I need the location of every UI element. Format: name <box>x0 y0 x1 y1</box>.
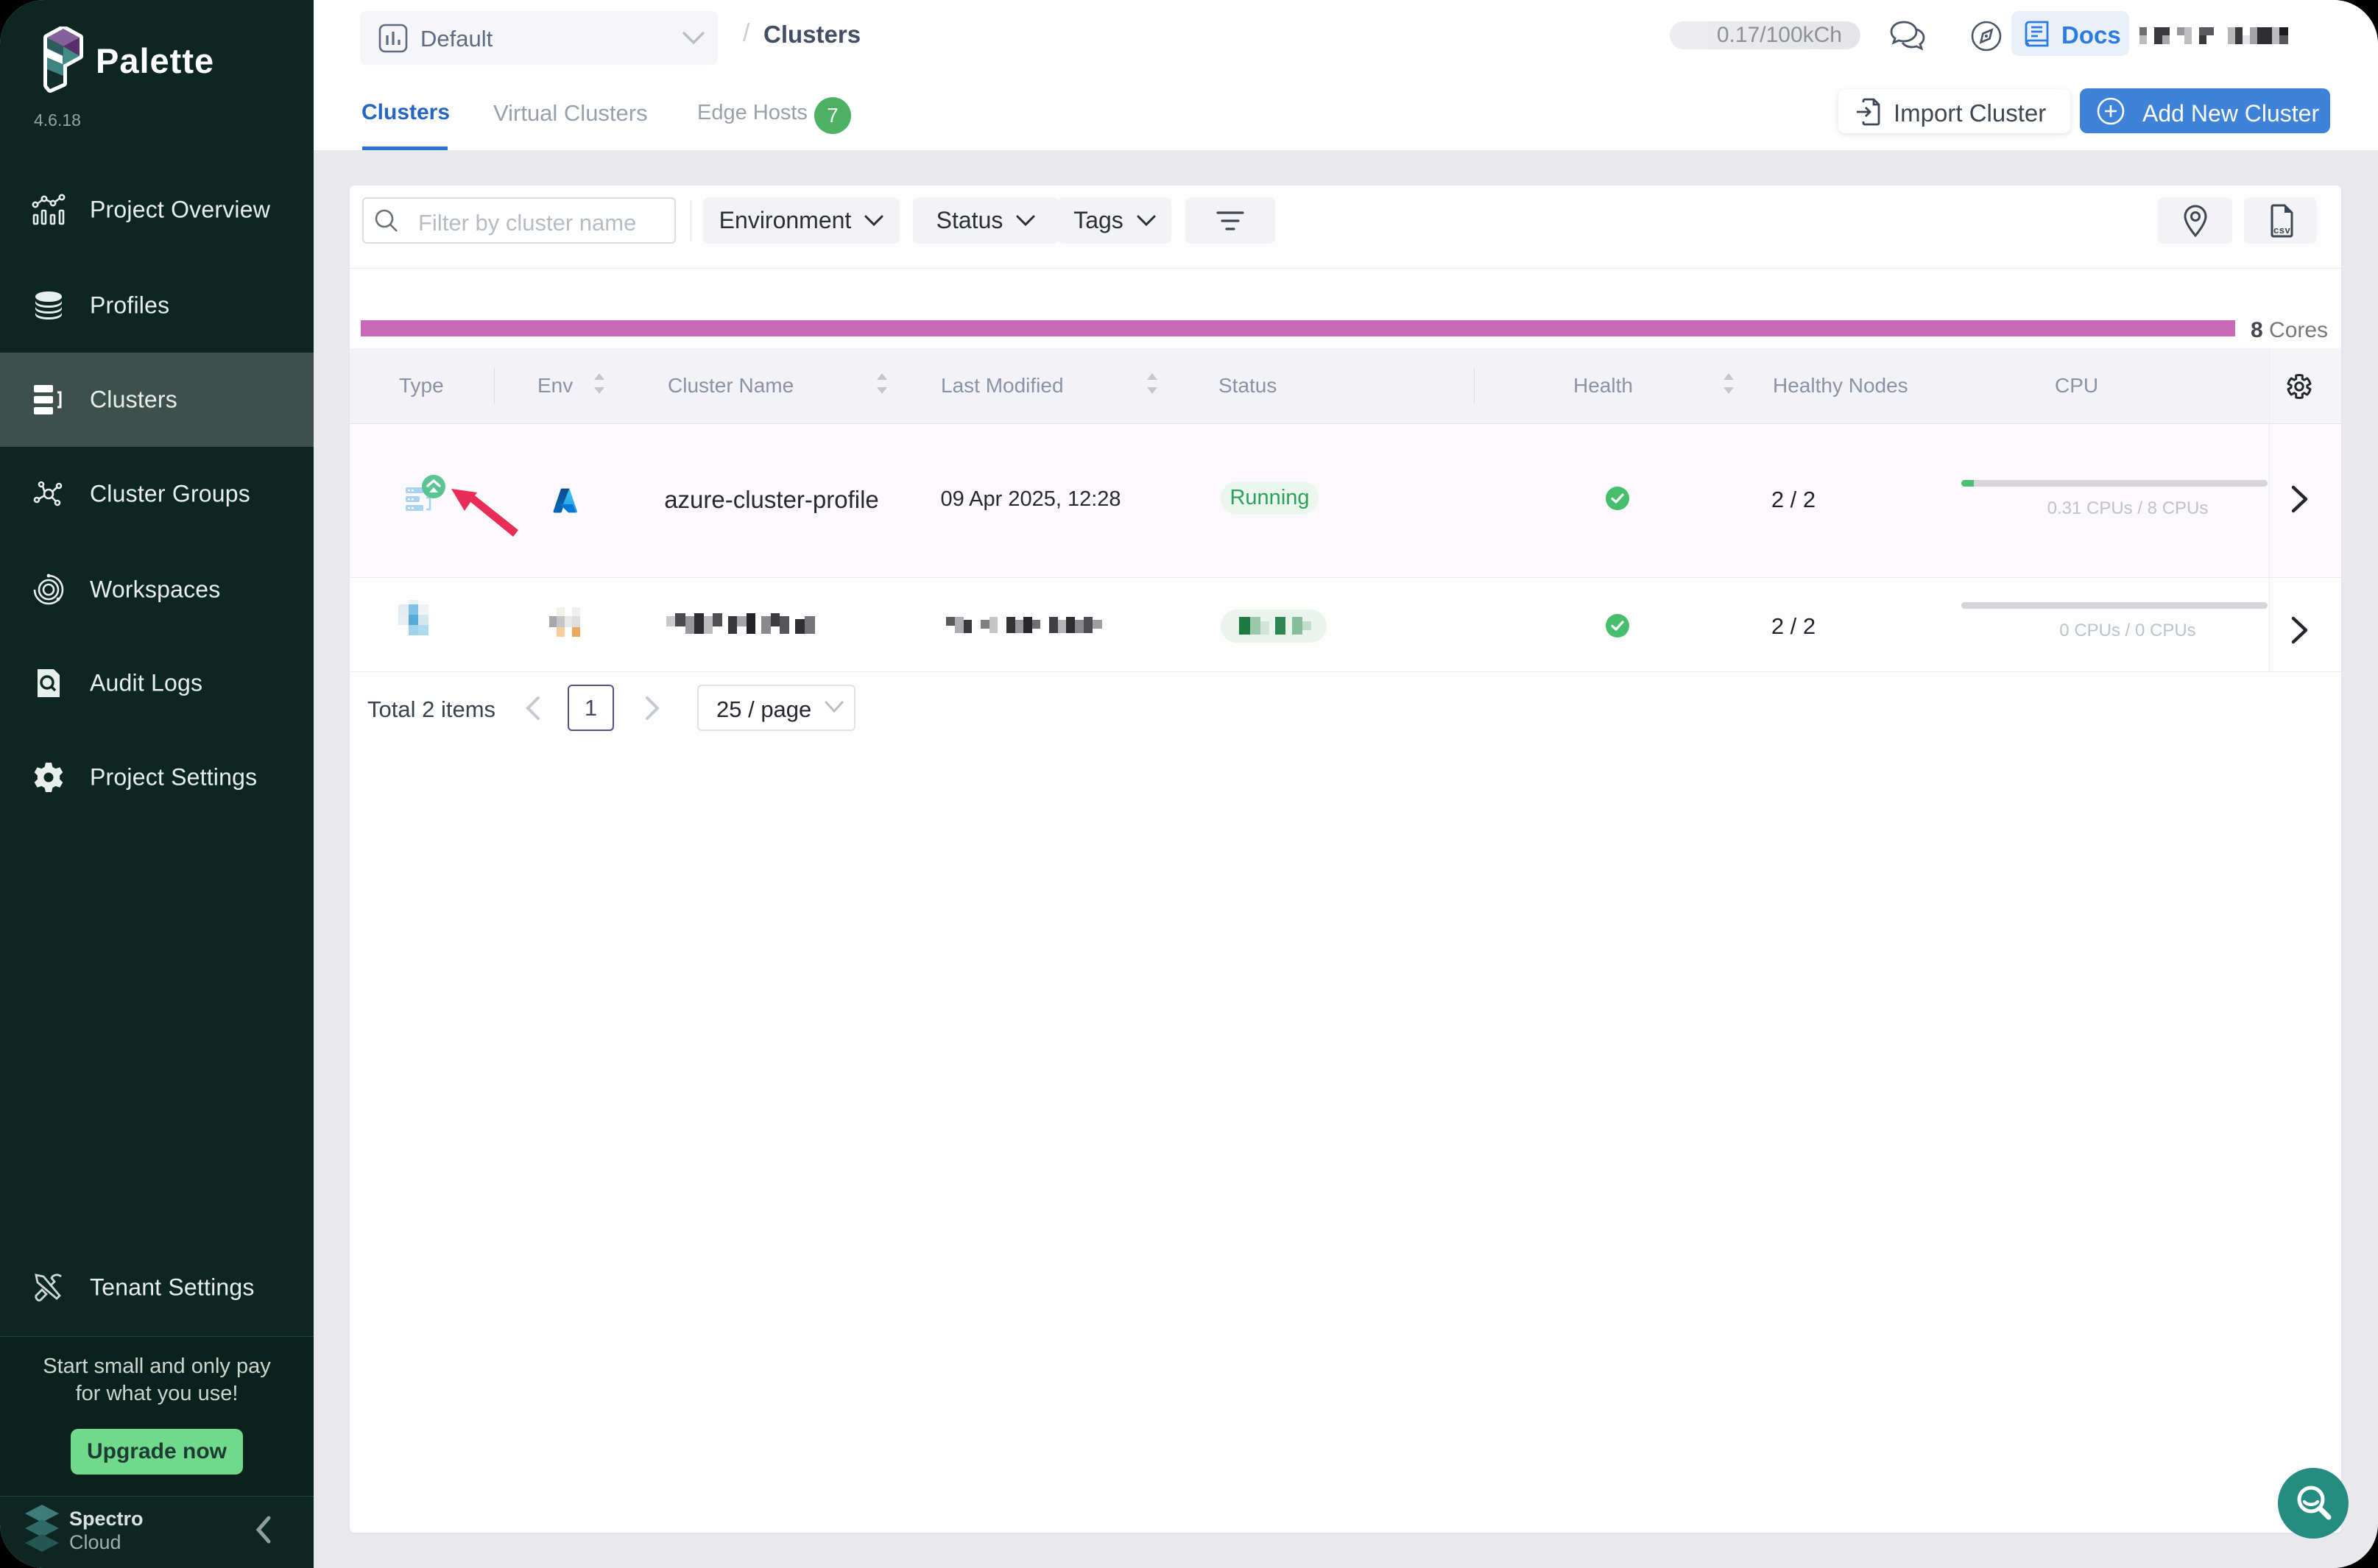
svg-text:csv: csv <box>2273 225 2290 236</box>
